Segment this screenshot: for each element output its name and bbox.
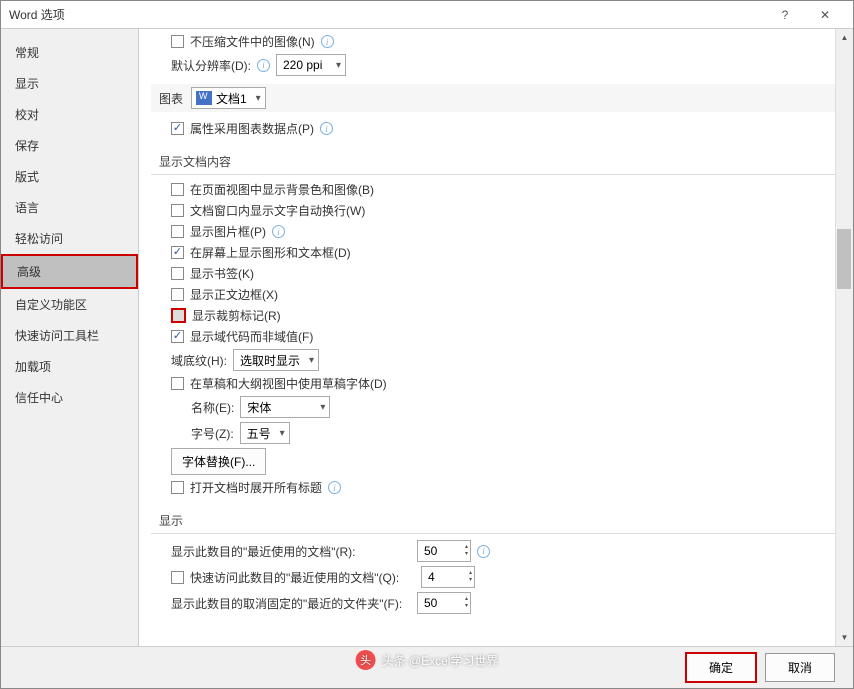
info-icon[interactable] [477,545,490,558]
cancel-button[interactable]: 取消 [765,653,835,682]
row-drawings: 在屏幕上显示图形和文本框(D) [171,244,841,261]
label-chart: 图表 [159,90,183,107]
row-bound: 显示正文边框(X) [171,286,841,303]
dropdown-font-size[interactable]: 五号 [240,422,290,444]
scroll-down-icon[interactable]: ▼ [836,629,853,646]
dropdown-field-shade[interactable]: 选取时显示 [233,349,319,371]
row-wrap: 文档窗口内显示文字自动换行(W) [171,202,841,219]
sidebar: 常规 显示 校对 保存 版式 语言 轻松访问 高级 自定义功能区 快速访问工具栏… [1,29,139,646]
dialog-window: Word 选项 ? ✕ 常规 显示 校对 保存 版式 语言 轻松访问 高级 自定… [0,0,854,689]
row-bookmark: 显示书签(K) [171,265,841,282]
checkbox-no-compress[interactable] [171,35,184,48]
checkbox-drawings[interactable] [171,246,184,259]
info-icon[interactable] [328,481,341,494]
font-substitute-button[interactable]: 字体替换(F)... [171,448,266,475]
checkbox-quick-recent[interactable] [171,571,184,584]
close-button[interactable]: ✕ [805,1,845,29]
spinner-quick-recent[interactable]: 4 [421,566,475,588]
checkbox-wrap[interactable] [171,204,184,217]
row-quick-recent: 快速访问此数目的"最近使用的文档"(Q): 4 [171,566,841,588]
row-crop: 显示裁剪标记(R) [171,307,841,324]
row-font-name: 名称(E): 宋体 [191,396,841,418]
sidebar-item-trust-center[interactable]: 信任中心 [1,382,138,413]
row-font-size: 字号(Z): 五号 [191,422,841,444]
checkbox-expand-headings[interactable] [171,481,184,494]
row-picframe: 显示图片框(P) [171,223,841,240]
sidebar-item-proofing[interactable]: 校对 [1,99,138,130]
checkbox-fieldcode[interactable] [171,330,184,343]
row-default-res: 默认分辨率(D): 220 ppi [171,54,841,76]
checkbox-bg[interactable] [171,183,184,196]
main-area: 常规 显示 校对 保存 版式 语言 轻松访问 高级 自定义功能区 快速访问工具栏… [1,29,853,646]
section-doc-content: 显示文档内容 [151,149,841,175]
word-doc-icon [196,91,212,105]
scroll-up-icon[interactable]: ▲ [836,29,853,46]
sidebar-item-accessibility[interactable]: 轻松访问 [1,223,138,254]
info-icon[interactable] [257,59,270,72]
sidebar-item-addins[interactable]: 加载项 [1,351,138,382]
dialog-footer: 确定 取消 [1,646,853,688]
sidebar-item-customize-ribbon[interactable]: 自定义功能区 [1,289,138,320]
dropdown-resolution[interactable]: 220 ppi [276,54,346,76]
dropdown-font-name[interactable]: 宋体 [240,396,330,418]
window-title: Word 选项 [9,6,765,23]
row-font-sub: 字体替换(F)... [171,448,841,475]
label-no-compress: 不压缩文件中的图像(N) [190,33,315,50]
row-recent-folders: 显示此数目的取消固定的"最近的文件夹"(F): 50 [171,592,841,614]
opt-no-compress: 不压缩文件中的图像(N) [171,33,841,50]
ok-button[interactable]: 确定 [685,652,757,683]
sidebar-item-language[interactable]: 语言 [1,192,138,223]
help-button[interactable]: ? [765,1,805,29]
checkbox-picframe[interactable] [171,225,184,238]
row-shade: 域底纹(H): 选取时显示 [171,349,841,371]
scroll-thumb[interactable] [837,229,851,289]
sidebar-item-advanced[interactable]: 高级 [1,254,138,289]
spinner-recent-folders[interactable]: 50 [417,592,471,614]
section-display: 显示 [151,508,841,534]
info-icon[interactable] [320,122,333,135]
scrollbar-vertical[interactable]: ▲ ▼ [835,29,853,646]
checkbox-bookmark[interactable] [171,267,184,280]
label-default-res: 默认分辨率(D): [171,57,251,74]
checkbox-draft-font[interactable] [171,377,184,390]
sidebar-item-save[interactable]: 保存 [1,130,138,161]
info-icon[interactable] [321,35,334,48]
info-icon[interactable] [272,225,285,238]
content-wrap: 不压缩文件中的图像(N) 默认分辨率(D): 220 ppi 图表 文档1 属性… [139,29,853,646]
row-fieldcode: 显示域代码而非域值(F) [171,328,841,345]
checkbox-bound[interactable] [171,288,184,301]
sidebar-item-display[interactable]: 显示 [1,68,138,99]
sidebar-item-quick-access[interactable]: 快速访问工具栏 [1,320,138,351]
dropdown-chart-doc[interactable]: 文档1 [191,87,266,109]
row-expand: 打开文档时展开所有标题 [171,479,841,496]
row-chart-prop: 属性采用图表数据点(P) [171,120,841,137]
sidebar-item-layout[interactable]: 版式 [1,161,138,192]
sidebar-item-general[interactable]: 常规 [1,37,138,68]
row-draft-font: 在草稿和大纲视图中使用草稿字体(D) [171,375,841,392]
spinner-recent-docs[interactable]: 50 [417,540,471,562]
checkbox-crop-marks[interactable] [171,308,186,323]
title-bar: Word 选项 ? ✕ [1,1,853,29]
label-chart-prop: 属性采用图表数据点(P) [190,120,314,137]
row-recent-docs: 显示此数目的"最近使用的文档"(R): 50 [171,540,841,562]
checkbox-chart-prop[interactable] [171,122,184,135]
chart-bar: 图表 文档1 [151,84,841,112]
row-bg: 在页面视图中显示背景色和图像(B) [171,181,841,198]
content-panel: 不压缩文件中的图像(N) 默认分辨率(D): 220 ppi 图表 文档1 属性… [139,29,853,646]
